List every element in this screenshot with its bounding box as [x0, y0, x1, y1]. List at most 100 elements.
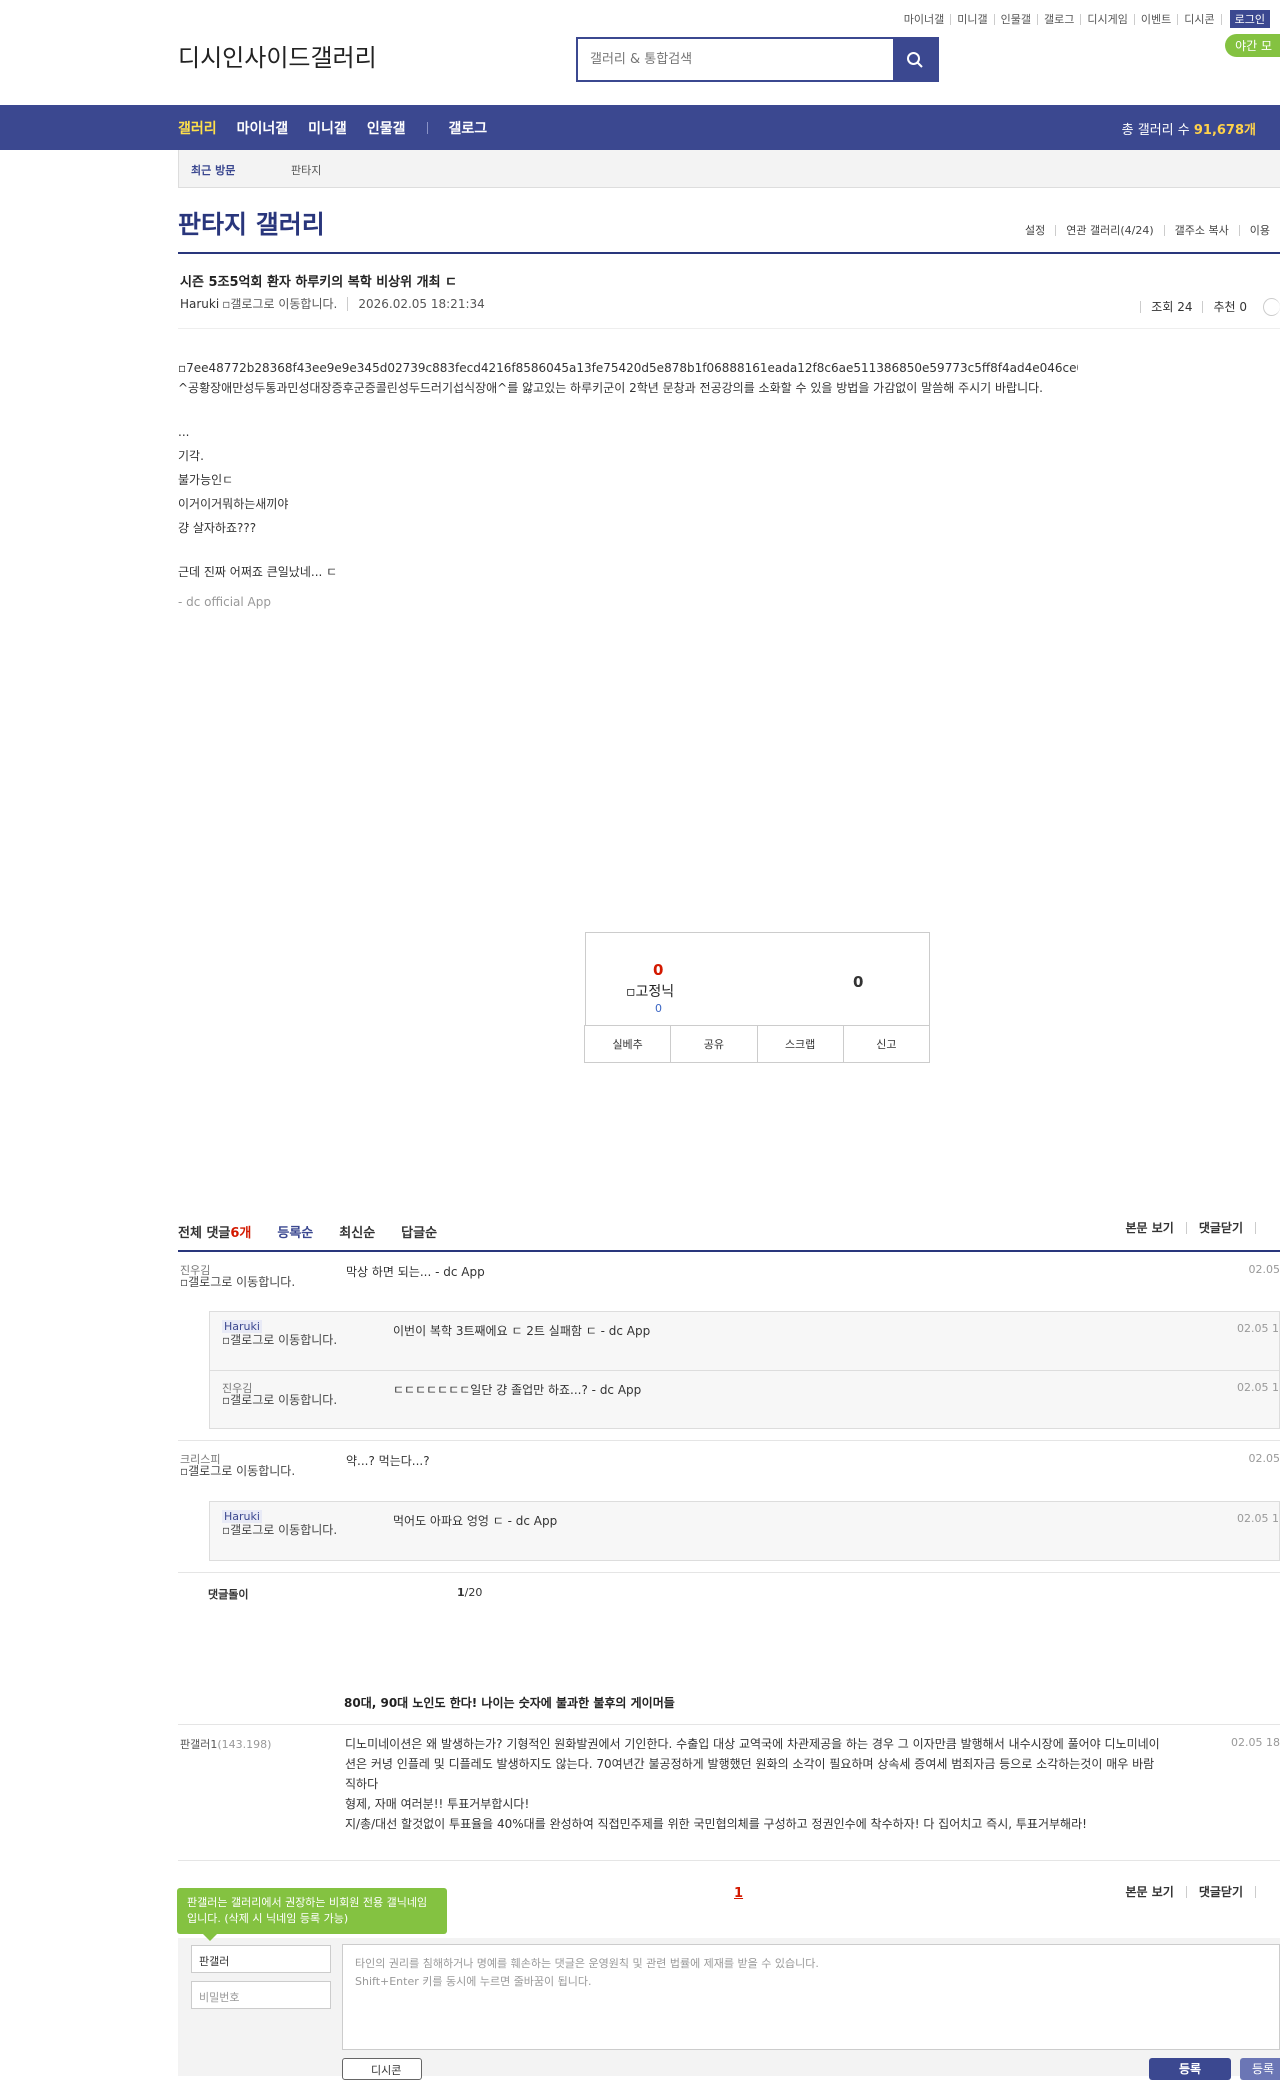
view-post-link[interactable]: 본문 보기 [1113, 1886, 1185, 1898]
share-icon[interactable] [1263, 298, 1280, 316]
fixed-nick-recommend[interactable]: ▫고정닉 [626, 981, 674, 1001]
nav-gallery[interactable]: 갤러리 [178, 118, 217, 138]
util-minor[interactable]: 마이너갤 [898, 14, 951, 25]
best-recommend-button[interactable]: 실베추 [584, 1025, 671, 1063]
recommend-up-count[interactable]: 0 [653, 961, 663, 979]
close-comments-link[interactable]: 댓글닫기 [1186, 1886, 1255, 1898]
gallog-link[interactable]: ▫갤로그로 이동합니다. [222, 1524, 352, 1536]
refresh-link[interactable] [1255, 1222, 1280, 1234]
gallog-alt: 갤로그로 이동합니다. [230, 297, 337, 311]
post-line: 걍 살자하죠??? [178, 519, 1078, 537]
gallog-link[interactable]: ▫갤로그로 이동합니다. [222, 1334, 352, 1346]
reply-nick[interactable]: Haruki [222, 1510, 262, 1523]
total-gallery-count: 총 갤러리 수 91,678개 [1122, 119, 1256, 138]
night-mode-toggle[interactable]: 야간 모 [1225, 34, 1280, 57]
post-author[interactable]: Haruki [180, 297, 219, 311]
post-signature: - dc official App [178, 593, 1078, 611]
promoted-title[interactable]: 80대, 90대 노인도 한다! 나이는 숫자에 불과한 불후의 게이머들 [344, 1694, 675, 1711]
post-image[interactable]: ▫7ee48772b28368f43ee9e9e345d02739c883fec… [178, 359, 1078, 377]
comment-date: 02.05 [1249, 1452, 1280, 1465]
total-gallery-value: 91,678개 [1194, 123, 1256, 138]
login-button[interactable]: 로그인 [1230, 10, 1270, 28]
gallog-link[interactable]: ▫갤로그로 이동합니다. [222, 295, 337, 312]
dolgi-page: 1 [457, 1586, 465, 1599]
comment-row: 크리스피 ▫갤로그로 이동합니다. 약...? 먹는다...? 02.05 [178, 1441, 1280, 1501]
fixed-nick-count: 0 [655, 1002, 662, 1015]
usage-link[interactable]: 이용 [1239, 225, 1280, 236]
dccon-button[interactable]: 디시콘 [342, 2058, 422, 2080]
comment-text: 막상 하면 되는... - dc App [346, 1263, 485, 1280]
nav-gallog[interactable]: 갤로그 [448, 118, 487, 138]
nav-minor[interactable]: 마이너갤 [237, 118, 289, 138]
sort-reply[interactable]: 답글순 [401, 1222, 437, 1241]
sort-latest[interactable]: 최신순 [339, 1222, 375, 1241]
post-line: 근데 진짜 어쩌죠 큰일났네... ㄷ [178, 563, 1078, 581]
search-button[interactable] [893, 39, 937, 80]
post-line: ^공황장애만성두통과민성대장증후군증콜린성두드러기섭식장애^를 앓고있는 하루키… [178, 379, 1078, 397]
comment-bar: 전체 댓글 6개 등록순 최신순 답글순 본문 보기 댓글닫기 [178, 1222, 1280, 1252]
recommend-count: 추천 0 [1202, 301, 1257, 313]
close-comments-link[interactable]: 댓글닫기 [1186, 1222, 1255, 1234]
broken-image-icon: ▫ [222, 1523, 230, 1537]
nickname-input[interactable]: 판갤러 [191, 1945, 331, 1973]
post-line: 기각. [178, 447, 1078, 465]
password-input[interactable]: 비밀번호 [191, 1981, 331, 2009]
util-event[interactable]: 이벤트 [1135, 14, 1178, 25]
site-logo[interactable]: 디시인사이드갤러리 [178, 38, 377, 73]
recent-visit-item[interactable]: 판타지 [291, 162, 321, 178]
recommend-down-count[interactable]: 0 [853, 973, 863, 991]
gallog-alt: 갤로그로 이동합니다. [230, 1523, 337, 1537]
recommend-box: 0 ▫고정닉 0 0 실베추 공유 스크랩 신고 [585, 932, 930, 1063]
gallog-link[interactable]: ▫갤로그로 이동합니다. [222, 1394, 352, 1406]
comment-text: 디노미네이션은 왜 발생하는가? 기형적인 원화발권에서 기인한다. 수출입 대… [345, 1734, 1165, 1834]
share-button[interactable]: 공유 [670, 1025, 757, 1063]
comment-textarea[interactable]: 타인의 권리를 침해하거나 명예를 훼손하는 댓글은 운영원칙 및 관련 법률에… [342, 1944, 1280, 2050]
view-post-link[interactable]: 본문 보기 [1113, 1222, 1185, 1234]
util-mini[interactable]: 미니갤 [951, 14, 994, 25]
comment-date: 02.05 18 [1231, 1736, 1280, 1749]
refresh-link[interactable] [1255, 1886, 1280, 1898]
nav-person[interactable]: 인물갤 [367, 118, 406, 138]
reply-date: 02.05 1 [1237, 1322, 1279, 1335]
gallery-title[interactable]: 판타지 갤러리 [178, 205, 325, 241]
post-image-alt: 7ee48772b28368f43ee9e9e345d02739c883fecd… [186, 361, 1078, 375]
util-dcgame[interactable]: 디시게임 [1081, 14, 1134, 25]
search-input[interactable] [578, 39, 893, 80]
comment-divider [178, 1860, 1280, 1861]
scrap-button[interactable]: 스크랩 [757, 1025, 844, 1063]
report-button[interactable]: 신고 [843, 1025, 930, 1063]
dolgi-label: 댓글돌이 [208, 1586, 248, 1602]
submit-recommend-button[interactable]: 등록 [1240, 2058, 1280, 2080]
comment-divider [178, 1572, 1280, 1573]
gallog-alt: 갤로그로 이동합니다. [230, 1333, 337, 1347]
gallog-link[interactable]: ▫갤로그로 이동합니다. [180, 1465, 310, 1477]
recent-visit-label[interactable]: 최근 방문 [191, 162, 235, 178]
reply-nick[interactable]: Haruki [222, 1320, 262, 1333]
reply-date: 02.05 1 [1237, 1512, 1279, 1525]
sort-registered[interactable]: 등록순 [277, 1222, 313, 1241]
util-menu: 마이너갤 미니갤 인물갤 갤로그 디시게임 이벤트 디시콘 로그인 [898, 10, 1280, 28]
util-dccon[interactable]: 디시콘 [1178, 14, 1221, 25]
gallog-alt: 갤로그로 이동합니다. [188, 1464, 295, 1478]
gallery-tools: 설정 연관 갤러리(4/24) 갤주소 복사 이용 [1015, 225, 1280, 236]
comment-write-box: 판갤러 비밀번호 타인의 권리를 침해하거나 명예를 훼손하는 댓글은 운영원칙… [178, 1938, 1280, 2076]
post-line: 이거이거뭐하는새끼야 [178, 495, 1078, 513]
util-gallog[interactable]: 갤로그 [1038, 14, 1081, 25]
util-person[interactable]: 인물갤 [995, 14, 1038, 25]
nav-mini[interactable]: 미니갤 [308, 118, 347, 138]
page-number-current[interactable]: 1 [734, 1886, 743, 1901]
gallog-link[interactable]: ▫갤로그로 이동합니다. [180, 1276, 310, 1288]
settings-link[interactable]: 설정 [1015, 225, 1055, 236]
comment-textarea-placeholder: 타인의 권리를 침해하거나 명예를 훼손하는 댓글은 운영원칙 및 관련 법률에… [355, 1957, 819, 1988]
comment-line: 디노미네이션은 왜 발생하는가? 기형적인 원화발권에서 기인한다. 수출입 대… [345, 1734, 1165, 1794]
post-body: ▫7ee48772b28368f43ee9e9e345d02739c883fec… [178, 359, 1078, 611]
reply-group: Haruki ▫갤로그로 이동합니다. 이번이 복학 3트째에요 ㄷ 2트 실패… [209, 1311, 1280, 1429]
global-nav: 갤러리 마이너갤 미니갤 인물갤 갤로그 총 갤러리 수 91,678개 [0, 105, 1280, 150]
copy-address-link[interactable]: 갤주소 복사 [1164, 225, 1239, 236]
submit-button[interactable]: 등록 [1149, 2058, 1231, 2080]
broken-image-icon: ▫ [222, 1393, 230, 1407]
dolgi-pager[interactable]: 1/20 [457, 1586, 482, 1599]
related-gallery-link[interactable]: 연관 갤러리(4/24) [1055, 225, 1163, 236]
reply-text: 이번이 복학 3트째에요 ㄷ 2트 실패함 ㄷ - dc App [393, 1322, 650, 1339]
comment-nick[interactable]: 판갤러1(143.198) [180, 1736, 271, 1752]
